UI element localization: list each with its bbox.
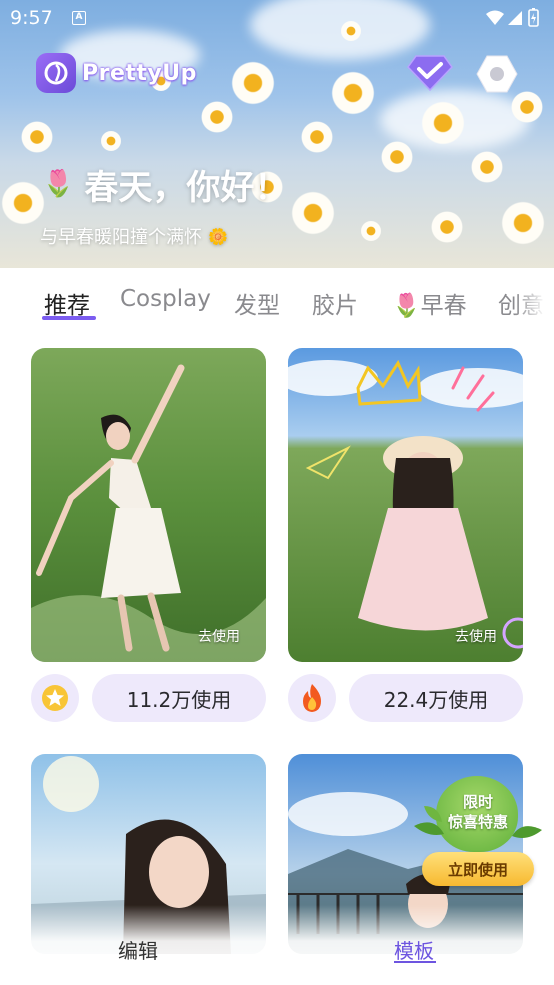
template-photo [31,348,266,662]
settings-icon [476,55,518,93]
daisy-decoration [100,130,122,152]
daisy-decoration [470,150,504,184]
daisy-decoration [330,70,376,116]
promo-text: 限时 惊喜特惠 [414,792,542,832]
tulip-icon: 🌷 [42,169,75,199]
promo-line-1: 限时 [462,793,493,811]
daisy-decoration [380,140,414,174]
daisy-decoration [510,90,544,124]
active-tab-indicator [42,316,96,320]
tab-film[interactable]: 胶片 [312,286,358,320]
star-icon [42,685,68,711]
settings-button[interactable] [476,54,518,94]
daisy-decoration [300,120,334,154]
use-template-label: 去使用 [198,629,240,645]
tab-cosplay[interactable]: Cosplay [120,286,211,312]
app-logo: PrettyUp [36,52,197,94]
template-card[interactable]: 去使用 [288,348,523,662]
daisy-decoration [500,200,546,246]
greeting-subtitle: 与早春暖阳撞个满怀 🌼 [40,223,228,249]
daisy-icon: 🌼 [208,226,228,246]
daisy-decoration [20,120,54,154]
daisy-decoration [0,180,46,226]
daisy-decoration [430,210,464,244]
greeting-title-text: 春天，你好！ [84,167,289,208]
nav-edit[interactable]: 编辑 [118,935,158,964]
notification-icon: A [72,11,86,25]
fire-icon [303,684,321,712]
use-now-button[interactable]: 立即使用 [422,852,534,886]
diamond-icon [407,55,453,92]
main-content: 推荐 Cosplay 发型 胶片 🌷早春 创意 [0,268,554,985]
daisy-decoration [360,220,382,242]
status-icons [484,8,544,28]
template-photo [288,348,523,662]
daisy-decoration [290,190,336,236]
daisy-decoration [200,100,234,134]
promo-badge[interactable]: 限时 惊喜特惠 立即使用 [414,776,542,888]
tab-hairstyle[interactable]: 发型 [234,286,280,320]
signal-wifi-battery-icon [486,8,539,27]
status-bar: 9:57 A [0,0,554,36]
star-badge [31,674,79,722]
logo-icon [36,53,76,93]
use-template-label: 去使用 [455,629,497,645]
nav-templates[interactable]: 模板 [394,935,434,964]
greeting-subtitle-text: 与早春暖阳撞个满怀 [40,227,202,248]
app-name: PrettyUp [82,60,197,86]
tab-recommend[interactable]: 推荐 [44,286,90,320]
usage-count-pill: 22.4万使用 [349,674,523,722]
template-card[interactable]: 去使用 [31,348,266,662]
active-nav-indicator [394,961,436,963]
status-time: 9:57 [10,7,53,29]
usage-count: 22.4万使用 [383,687,489,712]
usage-count-pill: 11.2万使用 [92,674,266,722]
fire-badge [288,674,336,722]
daisy-decoration [230,60,276,106]
daisy-decoration [420,100,466,146]
category-tabs: 推荐 Cosplay 发型 胶片 🌷早春 创意 [0,268,554,332]
bottom-nav: 编辑 模板 [0,905,554,985]
tab-early-spring[interactable]: 🌷早春 [392,286,467,320]
promo-line-2: 惊喜特惠 [447,813,508,831]
greeting-title: 🌷 春天，你好！ [42,162,289,208]
vip-button[interactable] [406,54,454,92]
usage-count: 11.2万使用 [126,687,232,712]
